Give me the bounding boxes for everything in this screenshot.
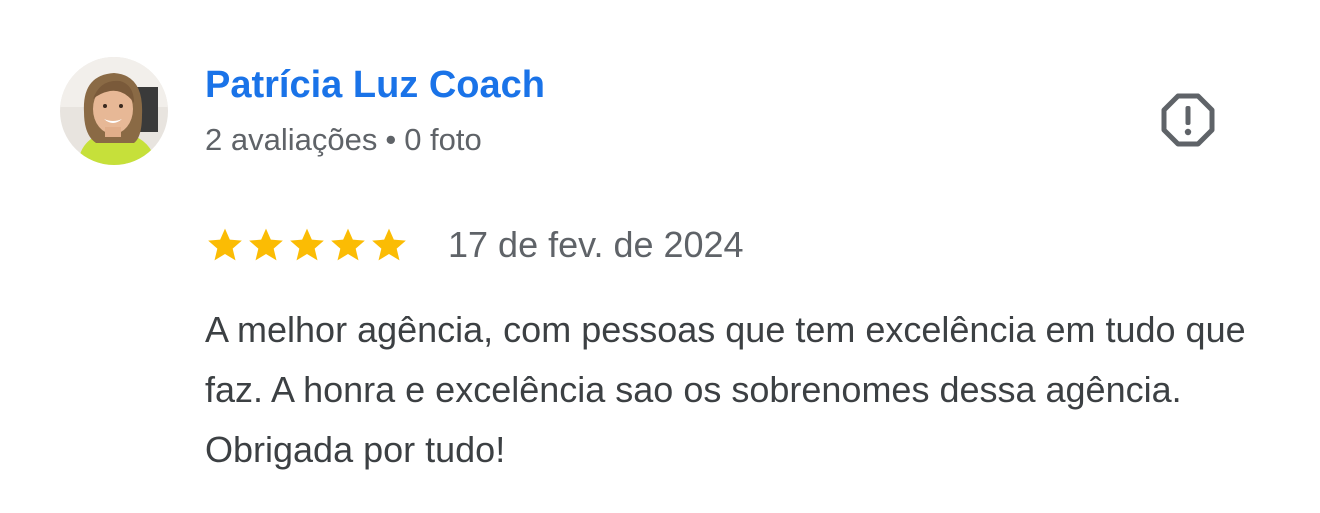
star-icon [208,228,242,261]
meta-separator: • [385,122,397,157]
photos-count: 0 foto [404,122,482,157]
star-icon [290,228,324,261]
review-text: A melhor agência, com pessoas que tem ex… [205,309,1246,470]
reviews-count: 2 avaliações [205,122,378,157]
star-icon [372,228,406,261]
reviewer-stats: 2 avaliações • 0 foto [205,120,482,160]
review-date: 17 de fev. de 2024 [448,224,744,265]
star-rating [205,225,410,265]
reviewer-avatar[interactable] [60,57,168,165]
star-icon [331,228,365,261]
star-icon [249,228,283,261]
report-octagon-icon [1161,93,1215,147]
report-button[interactable] [1158,90,1218,150]
avatar-image [60,57,168,165]
review-card: Patrícia Luz Coach 2 avaliações • 0 foto 1… [0,0,1320,513]
rating-row: 17 de fev. de 2024 [205,220,744,270]
reviewer-name[interactable]: Patrícia Luz Coach [205,60,545,110]
